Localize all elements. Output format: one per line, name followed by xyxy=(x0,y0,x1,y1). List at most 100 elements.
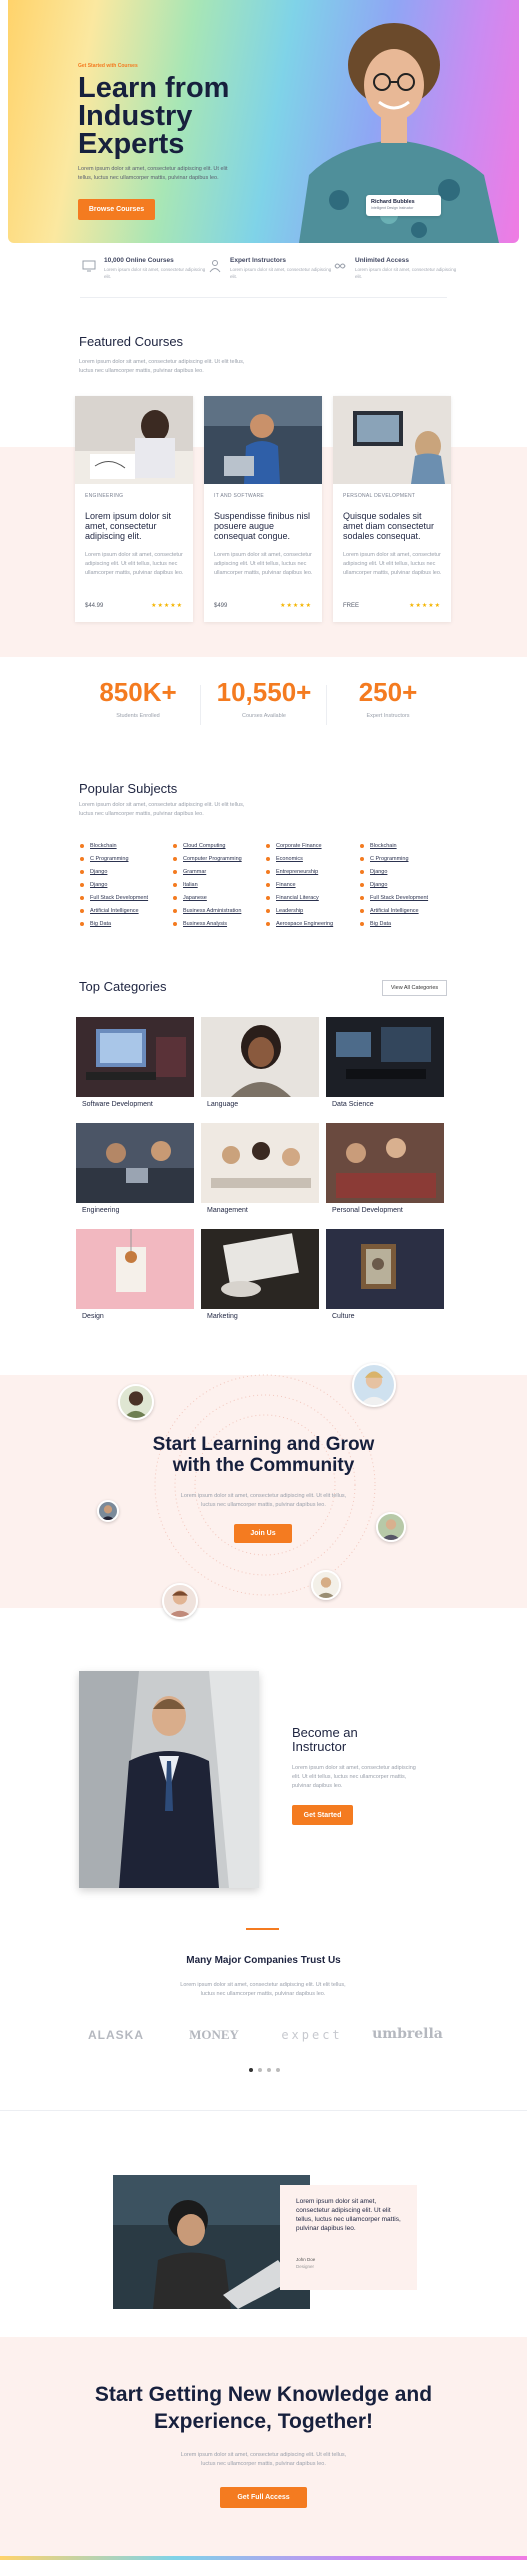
subject-link[interactable]: Economics xyxy=(266,853,366,866)
course-desc: Lorem ipsum dolor sit amet, consectetur … xyxy=(214,552,313,576)
course-rating: ★★★★★ xyxy=(151,603,183,609)
get-full-access-button[interactable]: Get Full Access xyxy=(220,2487,307,2508)
subject-link[interactable]: Full Stack Development xyxy=(80,892,180,905)
category-tile[interactable]: Engineering xyxy=(76,1123,194,1221)
course-category: PERSONAL DEVELOPMENT xyxy=(343,493,416,499)
subject-link[interactable]: Entrepreneurship xyxy=(266,866,366,879)
subject-link[interactable]: Blockchain xyxy=(360,840,460,853)
category-tile[interactable]: Culture xyxy=(326,1229,444,1327)
feature-desc: Lorem ipsum dolor sit amet, consectetur … xyxy=(104,267,206,279)
subject-link[interactable]: Full Stack Development xyxy=(360,892,460,905)
course-image xyxy=(204,396,322,484)
subject-link[interactable]: Finance xyxy=(266,879,366,892)
subject-link[interactable]: C Programming xyxy=(360,853,460,866)
subject-column: Blockchain C Programming Django Django F… xyxy=(360,840,460,931)
hero-title-line: Experts xyxy=(78,128,185,160)
community-title-line: with the Community xyxy=(172,1455,355,1476)
category-tile[interactable]: Language xyxy=(201,1017,319,1115)
subject-link[interactable]: Blockchain xyxy=(80,840,180,853)
carousel-dots xyxy=(249,2068,280,2072)
subject-link[interactable]: Aerospace Engineering xyxy=(266,918,366,931)
subject-link[interactable]: Cloud Computing xyxy=(173,840,273,853)
category-tile[interactable]: Software Development xyxy=(76,1017,194,1115)
category-label: Marketing xyxy=(207,1313,238,1320)
course-price: FREE xyxy=(343,603,360,609)
category-tile[interactable]: Data Science xyxy=(326,1017,444,1115)
instructor-role: Intelligent Design Instructor xyxy=(371,206,414,210)
feature-item: 10,000 Online Courses Lorem ipsum dolor s… xyxy=(82,257,212,285)
category-label: Personal Development xyxy=(332,1207,403,1214)
subject-link[interactable]: Computer Programming xyxy=(173,853,273,866)
course-card[interactable]: ENGINEERING Lorem ipsum dolor sit amet, … xyxy=(75,396,193,622)
hero-title-line: Industry xyxy=(78,100,193,132)
browse-courses-button[interactable]: Browse Courses xyxy=(78,199,155,220)
get-started-button[interactable]: Get Started xyxy=(292,1805,353,1825)
divider xyxy=(80,297,447,298)
category-tile[interactable]: Personal Development xyxy=(326,1123,444,1221)
companies-desc: Lorem ipsum dolor sit amet, consectetur … xyxy=(180,1982,346,1997)
stat-number: 850K+ xyxy=(99,677,177,707)
stat-number: 10,550+ xyxy=(216,677,312,707)
carousel-dot[interactable] xyxy=(267,2068,271,2072)
instructor-photo xyxy=(79,1671,259,1888)
subject-link[interactable]: C Programming xyxy=(80,853,180,866)
feature-title: 10,000 Online Courses xyxy=(104,257,174,264)
subject-link[interactable]: Django xyxy=(80,879,180,892)
category-tile[interactable]: Management xyxy=(201,1123,319,1221)
subject-link[interactable]: Artificial Intelligence xyxy=(360,905,460,918)
hero-title-line: Learn from xyxy=(78,72,230,104)
subject-link[interactable]: Big Data xyxy=(80,918,180,931)
join-us-button[interactable]: Join Us xyxy=(234,1524,292,1543)
category-tile[interactable]: Design xyxy=(76,1229,194,1327)
infinity-icon xyxy=(334,263,346,269)
subject-link[interactable]: Japanese xyxy=(173,892,273,905)
community-desc: Lorem ipsum dolor sit amet, consectetur … xyxy=(180,1493,347,1508)
monitor-icon xyxy=(82,260,96,272)
course-title[interactable]: Lorem ipsum dolor sit amet, consectetur … xyxy=(85,511,185,541)
community-title: Start Learning and Grow with the Communi… xyxy=(0,1434,527,1476)
subject-column: Blockchain C Programming Django Django F… xyxy=(80,840,180,931)
become-instructor-desc: Lorem ipsum dolor sit amet, consectetur … xyxy=(292,1765,416,1789)
carousel-dot[interactable] xyxy=(276,2068,280,2072)
course-price: $44.99 xyxy=(85,603,104,609)
hero-title: Learn from Industry Experts xyxy=(78,72,298,160)
become-instructor-title: Become an Instructor xyxy=(292,1726,358,1754)
category-image xyxy=(201,1123,319,1203)
instructor-title-line: Instructor xyxy=(292,1739,347,1754)
category-image xyxy=(326,1017,444,1097)
company-logo: MONEY xyxy=(189,2027,239,2042)
featured-courses-title: Featured Courses xyxy=(79,334,184,349)
subject-link[interactable]: Corporate Finance xyxy=(266,840,366,853)
subject-link[interactable]: Leadership xyxy=(266,905,366,918)
category-tile[interactable]: Marketing xyxy=(201,1229,319,1327)
subject-link[interactable]: Django xyxy=(360,866,460,879)
instructor-name: Richard Bubbles xyxy=(371,199,415,205)
instructor-title-line: Become an xyxy=(292,1725,358,1740)
subject-link[interactable]: Financial Literacy xyxy=(266,892,366,905)
instructor-name-card: Richard Bubbles Intelligent Design Instr… xyxy=(366,195,441,216)
hero-banner: Get Started with Courses Learn from Indu… xyxy=(8,0,519,243)
cta-desc: Lorem ipsum dolor sit amet, consectetur … xyxy=(180,2452,347,2467)
cta-title: Start Getting New Knowledge and Experien… xyxy=(0,2381,527,2435)
subject-link[interactable]: Business Analysis xyxy=(173,918,273,931)
category-label: Software Development xyxy=(82,1101,153,1108)
view-all-categories-button[interactable]: View All Categories xyxy=(382,980,447,996)
course-card[interactable]: IT AND SOFTWARE Suspendisse finibus nisl… xyxy=(204,396,322,622)
course-title[interactable]: Suspendisse finibus nisl posuere augue c… xyxy=(214,511,314,541)
subject-link[interactable]: Django xyxy=(80,866,180,879)
course-title[interactable]: Quisque sodales sit amet diam consectetu… xyxy=(343,511,443,541)
subject-link[interactable]: Grammar xyxy=(173,866,273,879)
carousel-dot[interactable] xyxy=(249,2068,253,2072)
subject-link[interactable]: Big Data xyxy=(360,918,460,931)
subject-link[interactable]: Django xyxy=(360,879,460,892)
subject-link[interactable]: Artificial Intelligence xyxy=(80,905,180,918)
subject-link[interactable]: Italian xyxy=(173,879,273,892)
subject-link[interactable]: Business Administration xyxy=(173,905,273,918)
subject-column: Corporate Finance Economics Entrepreneur… xyxy=(266,840,366,931)
feature-desc: Lorem ipsum dolor sit amet, consectetur … xyxy=(355,267,457,279)
popular-subjects-title: Popular Subjects xyxy=(79,781,178,796)
top-categories-title: Top Categories xyxy=(79,979,167,994)
course-card[interactable]: PERSONAL DEVELOPMENT Quisque sodales sit… xyxy=(333,396,451,622)
company-logo: umbrella xyxy=(372,2026,443,2042)
carousel-dot[interactable] xyxy=(258,2068,262,2072)
